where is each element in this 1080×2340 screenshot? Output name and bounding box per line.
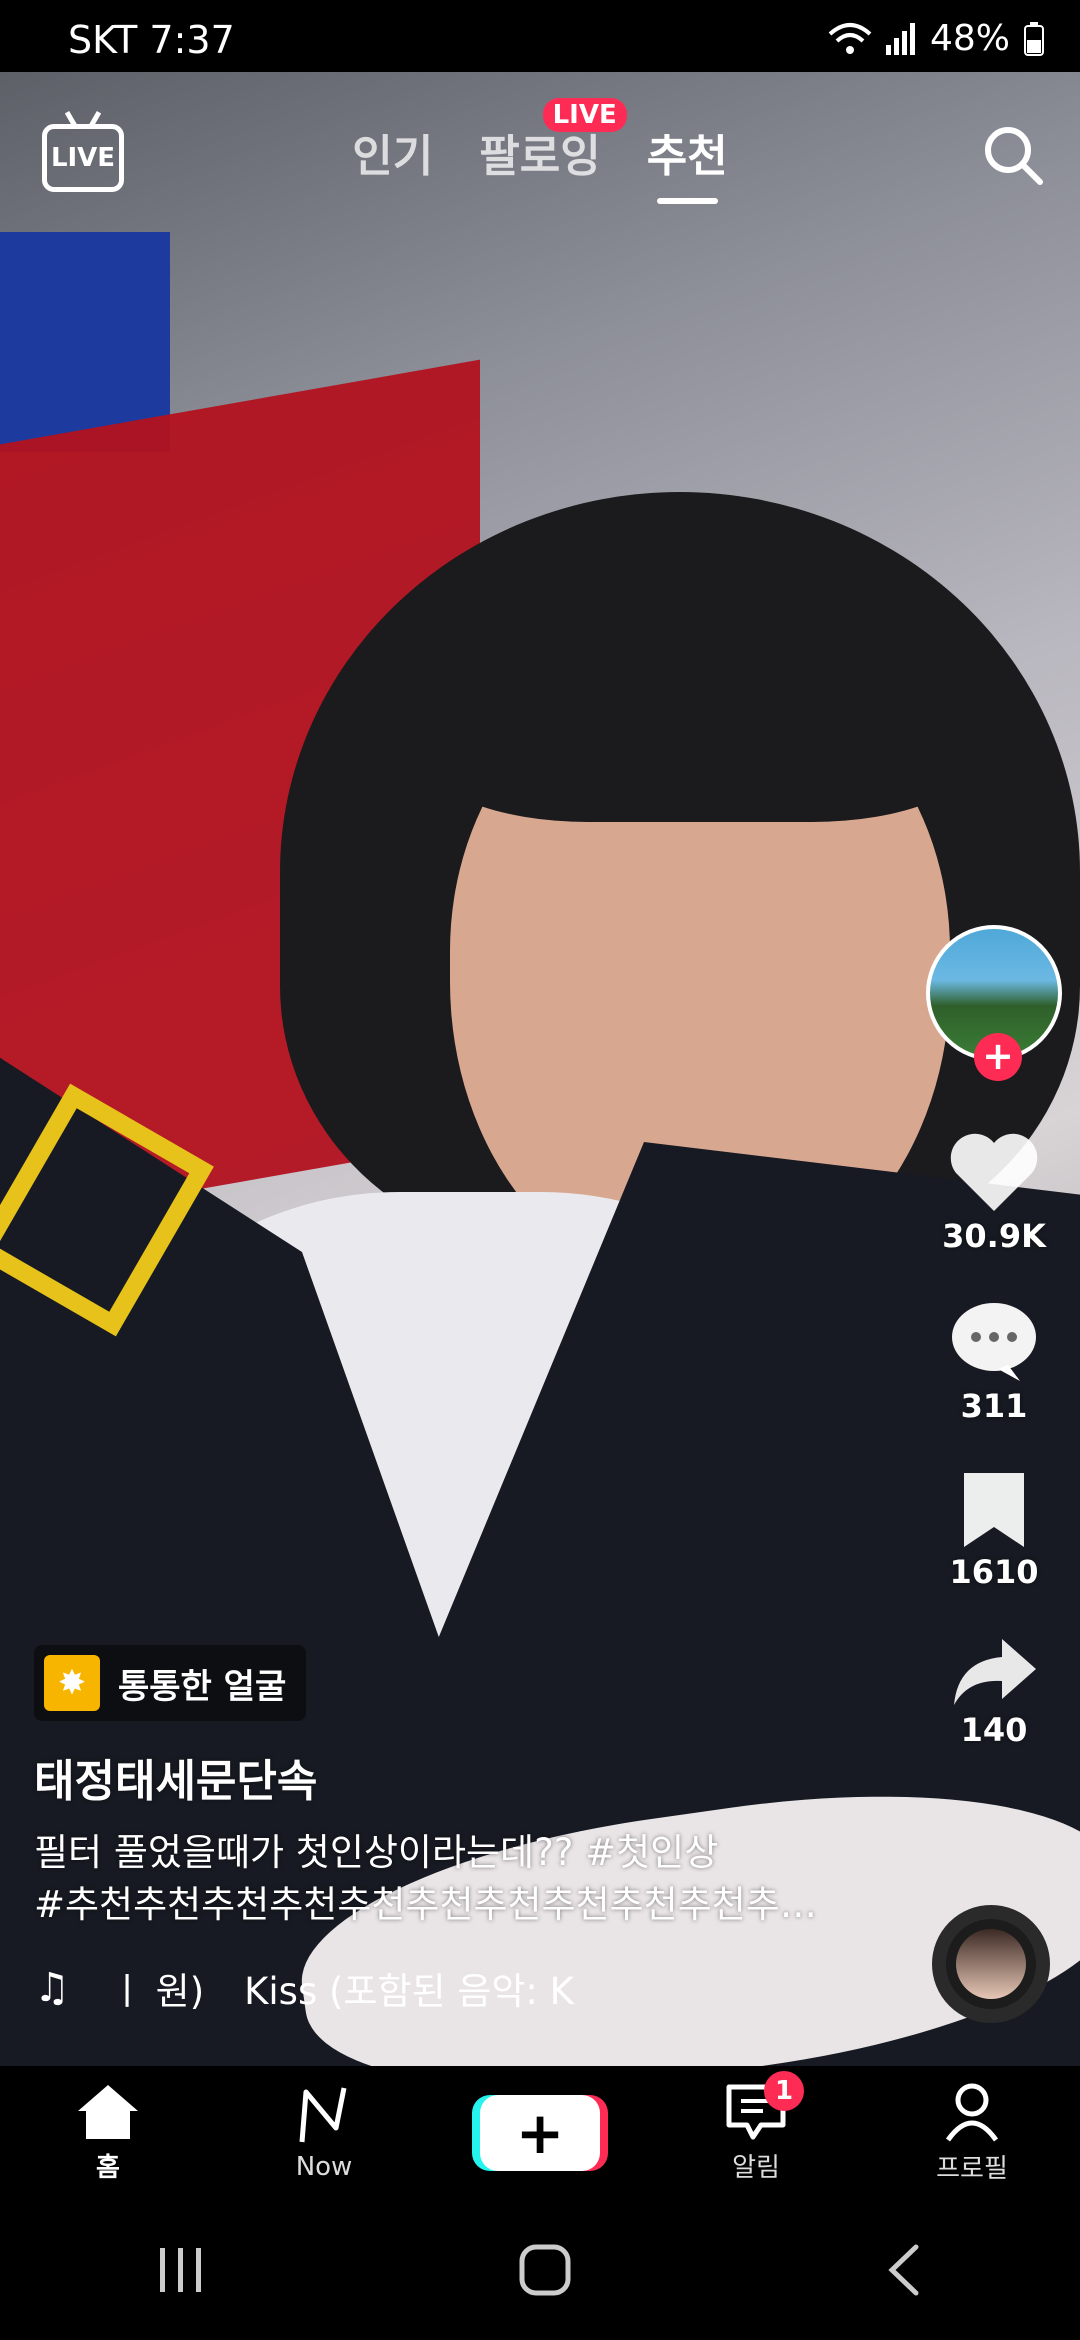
tab-label: 팔로잉 bbox=[479, 131, 601, 182]
description-line-1[interactable]: 필터 풀었을때가 첫인상이라는데?? #첫인상 bbox=[34, 1827, 824, 1879]
profile-icon bbox=[945, 2083, 999, 2141]
tab-popular[interactable]: 인기 bbox=[352, 120, 433, 184]
clock: 7:37 bbox=[149, 18, 235, 62]
like-count: 30.9K bbox=[942, 1217, 1046, 1255]
person-bangs bbox=[420, 592, 980, 822]
home-icon bbox=[78, 2084, 138, 2139]
music-title: Kiss (포함된 음악: K bbox=[244, 1970, 574, 2013]
nav-now[interactable]: Now bbox=[244, 2084, 404, 2182]
effect-chip[interactable]: ✸ 통통한 얼굴 bbox=[34, 1645, 307, 1721]
comment-icon bbox=[952, 1303, 1036, 1381]
tab-label: 추천 bbox=[646, 131, 728, 182]
effect-label: 통통한 얼굴 bbox=[118, 1666, 287, 1707]
status-bar: SKT 7:37 48% bbox=[0, 0, 1080, 72]
system-nav-bar bbox=[0, 2200, 1080, 2340]
carrier: SKT bbox=[68, 18, 138, 62]
comment-button[interactable]: 311 bbox=[948, 1299, 1040, 1425]
nav-create[interactable]: + bbox=[460, 2095, 620, 2171]
creator-avatar[interactable]: + bbox=[926, 925, 1062, 1081]
share-button[interactable]: 140 bbox=[950, 1635, 1038, 1749]
heart-icon bbox=[950, 1133, 1038, 1211]
music-ticker[interactable]: ♫ ㅣ 원) Kiss (포함된 음악: K bbox=[34, 1961, 834, 2015]
bookmark-count: 1610 bbox=[949, 1553, 1039, 1591]
music-disc-icon[interactable] bbox=[932, 1905, 1050, 2023]
inbox-badge: 1 bbox=[764, 2070, 804, 2111]
wifi-icon bbox=[828, 22, 872, 54]
create-plus-icon: + bbox=[480, 2095, 600, 2171]
bookmark-button[interactable]: 1610 bbox=[949, 1469, 1039, 1591]
tab-following[interactable]: 팔로잉 LIVE bbox=[479, 98, 627, 184]
recent-apps-icon[interactable] bbox=[156, 2246, 206, 2294]
like-button[interactable]: 30.9K bbox=[942, 1131, 1046, 1255]
nav-now-label: Now bbox=[295, 2152, 353, 2182]
music-artist: ㅣ 원) bbox=[109, 1970, 205, 2013]
status-left: SKT 7:37 bbox=[68, 18, 235, 62]
top-nav: LIVE 인기 팔로잉 LIVE 추천 bbox=[0, 72, 1080, 222]
battery-percent: 48% bbox=[929, 18, 1010, 59]
search-icon[interactable] bbox=[982, 124, 1044, 186]
nav-profile[interactable]: 프로필 bbox=[892, 2082, 1052, 2185]
creator-username[interactable]: 태정태세문단속 bbox=[34, 1745, 834, 1809]
music-note-icon: ♫ bbox=[34, 1965, 70, 2011]
signal-icon bbox=[885, 22, 915, 55]
battery-icon bbox=[1024, 21, 1044, 56]
follow-plus-icon[interactable]: + bbox=[974, 1033, 1022, 1081]
share-arrow-icon bbox=[954, 1639, 1036, 1705]
description-line-2[interactable]: #추천추천추천추천추천추천추천추천추천추천추… bbox=[34, 1879, 824, 1931]
live-badge: LIVE bbox=[542, 98, 627, 132]
bookmark-icon bbox=[964, 1473, 1024, 1547]
status-right: 48% bbox=[828, 18, 1044, 59]
nav-home-label: 홈 bbox=[96, 2152, 120, 2183]
nav-inbox-label: 알림 bbox=[732, 2152, 780, 2183]
home-circle-icon[interactable] bbox=[518, 2243, 572, 2297]
now-icon bbox=[299, 2087, 347, 2143]
nav-profile-label: 프로필 bbox=[936, 2153, 1008, 2184]
nav-home[interactable]: 홈 bbox=[28, 2083, 188, 2184]
tab-label: 인기 bbox=[352, 131, 434, 182]
side-action-rail: + 30.9K 311 1610 140 bbox=[924, 925, 1064, 1749]
share-count: 140 bbox=[960, 1711, 1028, 1749]
video-caption: ✸ 통통한 얼굴 태정태세문단속 필터 풀었을때가 첫인상이라는데?? #첫인상… bbox=[34, 1645, 834, 2015]
tab-for-you[interactable]: 추천 bbox=[646, 120, 728, 204]
feed-tabs: 인기 팔로잉 LIVE 추천 bbox=[0, 98, 1080, 204]
effect-sparkle-icon: ✸ bbox=[44, 1655, 100, 1711]
nav-inbox[interactable]: 1 알림 bbox=[676, 2070, 836, 2184]
back-icon[interactable] bbox=[884, 2243, 924, 2297]
bottom-nav: 홈 Now + 1 알림 프로필 bbox=[0, 2066, 1080, 2200]
comment-count: 311 bbox=[960, 1387, 1028, 1425]
